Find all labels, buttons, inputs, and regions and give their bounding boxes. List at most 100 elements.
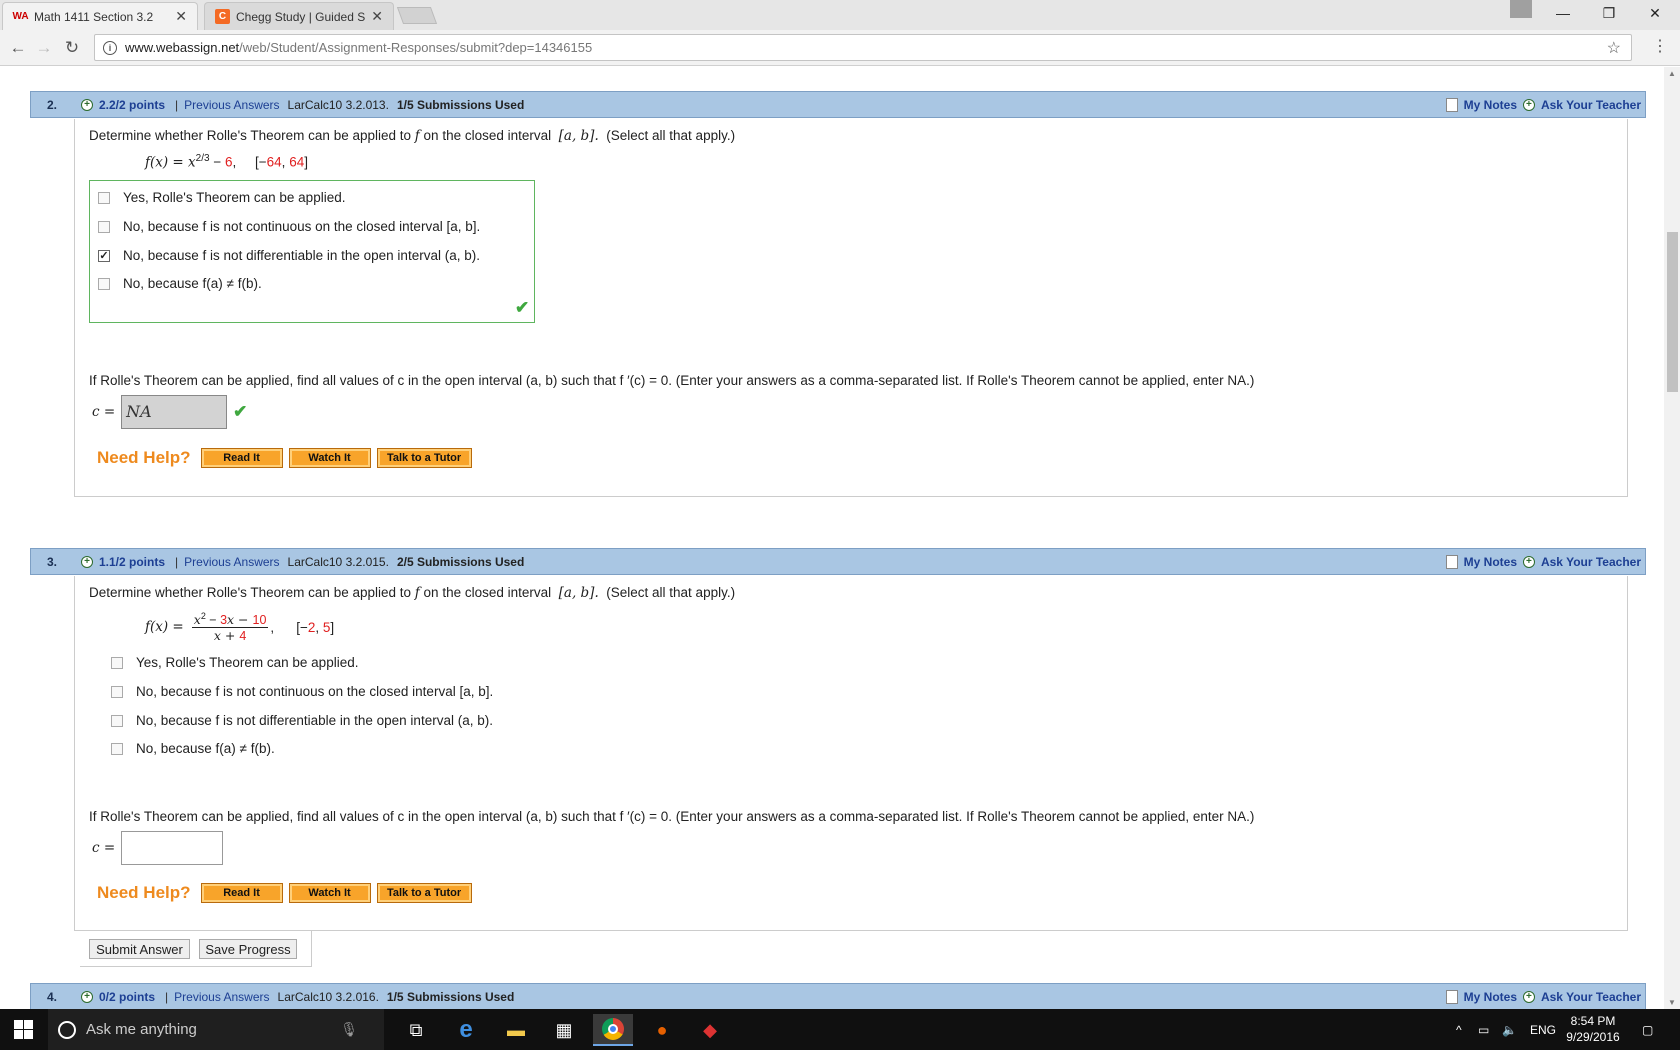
watch-it-button[interactable]: Watch It [288, 448, 371, 468]
expand-plus-icon[interactable]: + [81, 98, 93, 111]
ask-teacher-link[interactable]: + Ask Your Teacher [1522, 555, 1641, 569]
vertical-scrollbar[interactable]: ▲ ▼ [1664, 67, 1680, 1009]
checkbox[interactable] [111, 656, 123, 669]
answer-input-c[interactable] [121, 831, 224, 865]
firefox-icon[interactable]: ● [642, 1014, 682, 1046]
language-indicator[interactable]: ENG [1530, 1009, 1556, 1050]
expand-plus-icon[interactable]: + [81, 555, 93, 568]
watch-it-button[interactable]: Watch It [288, 883, 371, 903]
profile-icon[interactable] [1510, 0, 1532, 18]
search-placeholder: Ask me anything [86, 1021, 197, 1038]
need-help-label: Need Help? [97, 883, 191, 902]
tray-expand-icon[interactable]: ^ [1456, 1009, 1462, 1050]
system-clock[interactable]: 8:54 PM 9/29/2016 [1558, 1013, 1628, 1045]
expand-plus-icon[interactable]: + [81, 990, 93, 1003]
volume-icon[interactable]: 🔈 [1502, 1009, 1517, 1050]
previous-answers-link[interactable]: Previous Answers [184, 555, 279, 569]
minimize-icon[interactable]: — [1540, 0, 1586, 26]
ask-teacher-label: Ask Your Teacher [1540, 97, 1641, 112]
microphone-icon[interactable]: 🎙 [340, 1021, 358, 1038]
submit-answer-button[interactable]: Submit Answer [89, 939, 190, 959]
new-tab-button[interactable] [396, 7, 438, 24]
c-label: c = [92, 404, 116, 420]
need-help-bar: Need Help? Read It Watch It Talk to a Tu… [97, 448, 478, 468]
windows-start-icon[interactable] [14, 1020, 34, 1040]
question-prompt: Determine whether Rolle's Theorem can be… [89, 585, 735, 601]
notifications-icon[interactable]: ▢ [1642, 1009, 1653, 1050]
task-view-icon[interactable]: ⧉ [396, 1014, 436, 1046]
points-link[interactable]: 2.2/2 points [99, 98, 165, 112]
address-bar[interactable]: i www.webassign.net/web/Student/Assignme… [94, 34, 1632, 61]
separator: | [175, 554, 179, 569]
formula-exponent: 2/3 [195, 153, 210, 164]
choice-option[interactable]: No, because f(a) ≠ f(b). [111, 741, 275, 756]
scrollbar-thumb[interactable] [1667, 232, 1678, 392]
my-notes-link[interactable]: My Notes [1445, 989, 1517, 1004]
checkbox[interactable] [98, 191, 110, 204]
problem-reference: LarCalc10 3.2.016. [277, 989, 379, 1004]
store-icon[interactable]: ▦ [544, 1014, 584, 1046]
close-window-icon[interactable]: ✕ [1632, 0, 1678, 26]
chrome-icon[interactable] [593, 1014, 633, 1046]
url-host: www.webassign.net [125, 40, 240, 55]
network-icon[interactable]: ▭ [1478, 1009, 1489, 1050]
choice-option[interactable]: Yes, Rolle's Theorem can be applied. [111, 655, 358, 670]
prompt-f: f [414, 128, 420, 144]
choice-option[interactable]: Yes, Rolle's Theorem can be applied. [98, 190, 345, 205]
talk-to-tutor-button[interactable]: Talk to a Tutor [376, 448, 472, 468]
num-coeff: 3 [220, 613, 228, 628]
checkbox[interactable] [111, 685, 123, 698]
choice-option[interactable]: No, because f is not differentiable in t… [111, 713, 493, 728]
choice-option[interactable]: No, because f is not continuous on the c… [98, 219, 480, 234]
back-icon[interactable]: ← [6, 36, 30, 60]
answer-row: c = NA ✔ [92, 395, 247, 429]
checkbox[interactable] [98, 220, 110, 233]
my-notes-link[interactable]: My Notes [1445, 97, 1517, 112]
checkbox[interactable] [111, 714, 123, 727]
tab-webassign[interactable]: WA Math 1411 Section 3.2 ✕ [2, 2, 198, 30]
function-formula: f(x) = x2 − 3x − 10 x + 4 , [−2, 5] [145, 611, 334, 643]
close-icon[interactable]: ✕ [371, 8, 383, 25]
previous-answers-link[interactable]: Previous Answers [184, 98, 279, 112]
menu-icon[interactable]: ⋮ [1652, 36, 1668, 56]
num-x: x [193, 612, 201, 628]
my-notes-link[interactable]: My Notes [1445, 554, 1517, 569]
points-link[interactable]: 0/2 points [99, 990, 155, 1004]
bookmark-star-icon[interactable]: ☆ [1607, 38, 1621, 58]
ask-teacher-label: Ask Your Teacher [1540, 989, 1641, 1004]
checkbox-checked[interactable]: ✓ [98, 249, 110, 262]
forward-icon[interactable]: → [32, 36, 56, 60]
scroll-up-icon[interactable]: ▲ [1668, 69, 1676, 78]
scroll-down-icon[interactable]: ▼ [1668, 998, 1676, 1007]
den-constant: 4 [239, 629, 247, 644]
game-app-icon[interactable]: ◆ [690, 1014, 730, 1046]
prompt-text: Determine whether Rolle's Theorem can be… [89, 585, 412, 600]
cortana-search-box[interactable]: Ask me anything 🎙 [48, 1009, 384, 1050]
answer-input-c[interactable]: NA [121, 395, 228, 429]
previous-answers-link[interactable]: Previous Answers [174, 990, 269, 1004]
reload-icon[interactable]: ↻ [60, 36, 84, 60]
points-link[interactable]: 1.1/2 points [99, 555, 165, 569]
read-it-button[interactable]: Read It [200, 448, 283, 468]
talk-to-tutor-button[interactable]: Talk to a Tutor [376, 883, 472, 903]
choice-option[interactable]: ✓ No, because f is not differentiable in… [98, 248, 480, 263]
read-it-button[interactable]: Read It [200, 883, 283, 903]
checkbox[interactable] [98, 277, 110, 290]
need-help-bar: Need Help? Read It Watch It Talk to a Tu… [97, 883, 478, 903]
choice-option[interactable]: No, because f is not continuous on the c… [111, 684, 493, 699]
file-explorer-icon[interactable]: ▬ [496, 1014, 536, 1046]
ask-teacher-link[interactable]: + Ask Your Teacher [1522, 97, 1641, 112]
prompt-interval: [a, b]. [558, 128, 599, 144]
close-icon[interactable]: ✕ [175, 8, 187, 25]
checkbox[interactable] [111, 742, 123, 755]
info-icon[interactable]: i [103, 40, 117, 55]
restore-icon[interactable]: ❐ [1586, 0, 1632, 26]
choice-label: No, because f is not continuous on the c… [123, 219, 481, 234]
choice-option[interactable]: No, because f(a) ≠ f(b). [98, 276, 262, 291]
tab-chegg[interactable]: C Chegg Study | Guided So ✕ [204, 2, 394, 30]
choice-label: No, because f is not differentiable in t… [136, 713, 493, 728]
ask-teacher-link[interactable]: + Ask Your Teacher [1522, 989, 1641, 1004]
save-progress-button[interactable]: Save Progress [199, 939, 297, 959]
edge-icon[interactable]: e [446, 1014, 486, 1046]
tab-title: Math 1411 Section 3.2 [34, 9, 154, 24]
